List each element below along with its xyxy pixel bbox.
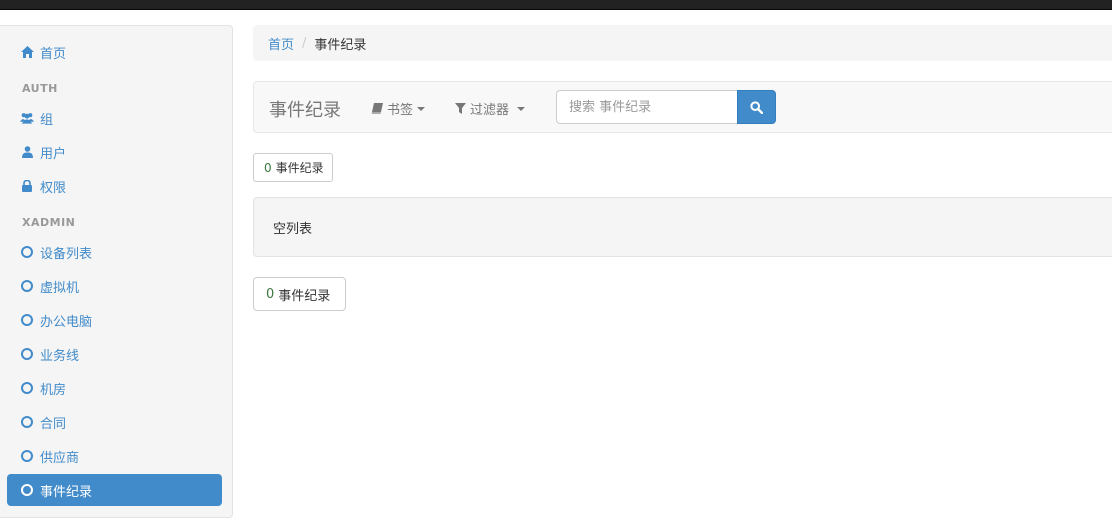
circle-icon [20,313,34,327]
circle-icon [20,245,34,259]
filters-label: 过滤器 [470,103,510,118]
page-title: 事件纪录 [269,100,341,121]
breadcrumb-home-link[interactable]: 首页 [268,34,294,53]
search-input[interactable] [556,90,738,124]
sidebar-item-label: 用户 [40,146,67,162]
circle-icon [20,279,34,293]
sidebar-item-label: 设备列表 [40,246,93,262]
result-count-label: 事件纪录 [278,288,331,304]
sidebar-item-label: 合同 [40,416,67,432]
circle-icon [20,449,34,463]
sidebar-item-home[interactable]: 首页 [7,36,222,68]
users-icon [20,111,34,125]
circle-icon [20,415,34,429]
sidebar-item-label: 供应商 [40,450,80,466]
result-count-button-bottom[interactable]: 0 事件纪录 [253,277,346,311]
sidebar-item-office-computers[interactable]: 办公电脑 [7,304,222,336]
sidebar-item-label: 虚拟机 [40,280,80,296]
breadcrumb-separator: / [302,35,307,51]
sidebar-item-business-lines[interactable]: 业务线 [7,338,222,370]
list-toolbar: 事件纪录 书签 过滤器 [253,81,1112,133]
section-header-auth: AUTH [22,82,58,95]
circle-icon [20,381,34,395]
sidebar-item-groups[interactable]: 组 [7,102,222,134]
top-navbar [0,0,1112,10]
sidebar-item-suppliers[interactable]: 供应商 [7,440,222,472]
result-count-button-top[interactable]: 0 事件纪录 [253,153,333,182]
sidebar-item-permissions[interactable]: 权限 [7,170,222,202]
chevron-down-icon [417,106,426,111]
bookmarks-label: 书签 [387,103,414,118]
sidebar-item-label: 首页 [40,46,67,62]
sidebar-item-device-list[interactable]: 设备列表 [7,236,222,268]
sidebar-item-label: 组 [40,112,54,128]
sidebar-item-event-log[interactable]: 事件纪录 [7,474,222,506]
sidebar-item-label: 业务线 [40,348,80,364]
empty-list-text: 空列表 [273,221,313,237]
result-count-label: 事件纪录 [275,161,324,175]
circle-icon [20,347,34,361]
result-count: 0 [264,160,272,175]
sidebar-item-label: 办公电脑 [40,314,93,330]
search-icon [750,100,763,114]
sidebar-item-contracts[interactable]: 合同 [7,406,222,438]
sidebar: 首页 AUTH 组 用户 权限 XADMIN 设备列表 虚拟机 办公电脑 业务线 [0,25,233,518]
book-icon [371,103,383,114]
filter-icon [455,103,466,114]
sidebar-item-label: 事件纪录 [40,484,93,500]
bookmarks-dropdown[interactable]: 书签 [371,99,426,118]
filters-dropdown[interactable]: 过滤器 [455,99,526,118]
result-count: 0 [266,286,275,302]
breadcrumb: 首页 / 事件纪录 [253,25,1112,61]
sidebar-item-label: 机房 [40,382,67,398]
sidebar-item-users[interactable]: 用户 [7,136,222,168]
lock-icon [20,179,34,193]
empty-list-message: 空列表 [253,197,1112,257]
user-icon [20,145,34,159]
sidebar-item-virtual-machines[interactable]: 虚拟机 [7,270,222,302]
chevron-down-icon [517,106,526,111]
sidebar-item-label: 权限 [40,180,67,196]
circle-icon [20,483,34,497]
search-button[interactable] [737,90,776,124]
breadcrumb-current: 事件纪录 [314,37,367,53]
home-icon [20,45,34,59]
sidebar-item-idc[interactable]: 机房 [7,372,222,404]
section-header-xadmin: XADMIN [22,216,76,229]
